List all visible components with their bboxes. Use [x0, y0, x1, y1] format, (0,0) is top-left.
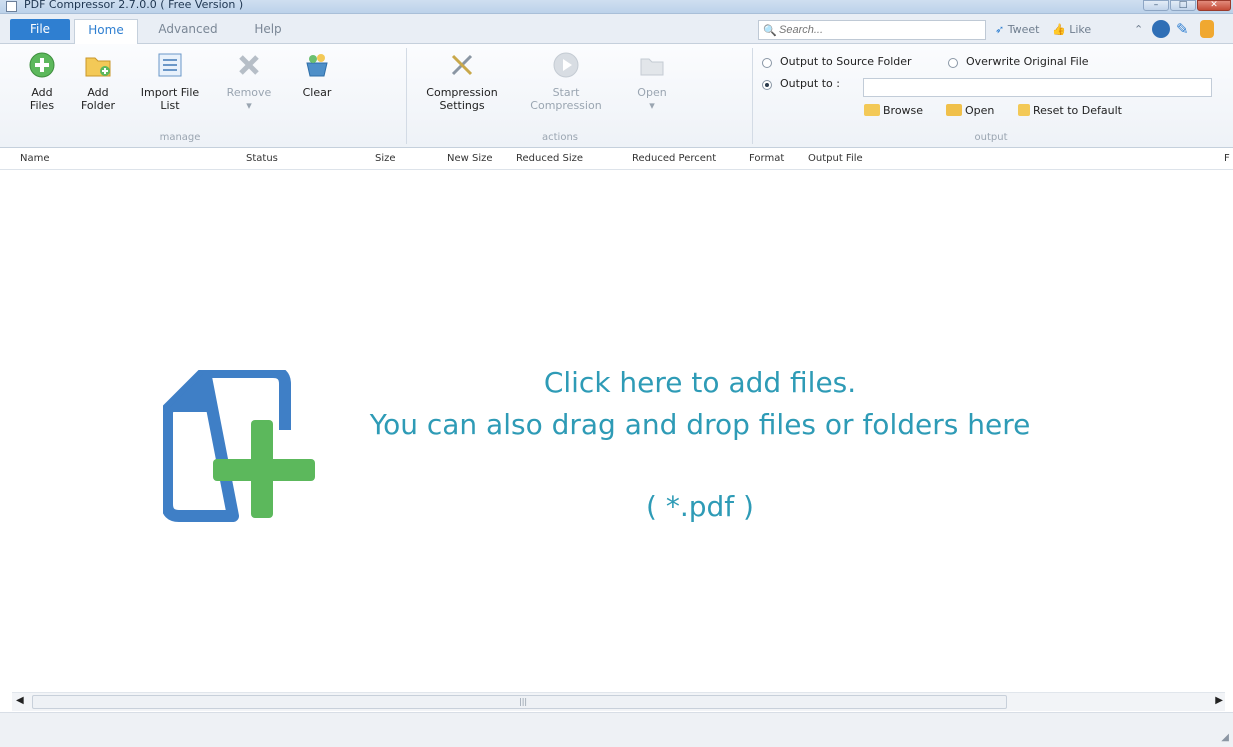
open-output-button[interactable]: Open ▾ — [628, 50, 676, 112]
clear-basket-icon — [302, 50, 332, 80]
search-icon: 🔍 — [763, 24, 777, 37]
reset-default-label: Reset to Default — [1033, 104, 1122, 117]
output-to-label: Output to : — [780, 77, 840, 90]
open-folder-small-icon — [946, 104, 962, 116]
add-files-label: Add Files — [29, 86, 55, 112]
tab-file[interactable]: File — [10, 19, 70, 40]
minimize-button[interactable]: – — [1143, 0, 1169, 11]
open-output-label: Open — [637, 86, 667, 99]
browse-folder-icon — [864, 104, 880, 116]
column-header[interactable]: New Size — [447, 153, 493, 164]
title-bar: PDF Compressor 2.7.0.0 ( Free Version ) … — [0, 0, 1233, 14]
column-header[interactable]: Format — [749, 153, 784, 164]
maximize-button[interactable]: □ — [1170, 0, 1196, 11]
remove-button[interactable]: Remove ▾ — [224, 50, 274, 112]
import-file-list-label: Import File List — [140, 86, 200, 112]
tab-advanced[interactable]: Advanced — [148, 19, 228, 40]
start-compression-label: Start Compression — [530, 86, 602, 112]
tweet-label: Tweet — [1007, 23, 1040, 36]
compression-settings-button[interactable]: Compression Settings — [414, 50, 510, 112]
twitter-bird-icon: ➶ — [995, 23, 1005, 36]
column-header[interactable]: F — [1224, 153, 1230, 164]
open-folder-button[interactable]: Open — [946, 104, 994, 117]
output-to-radio[interactable] — [762, 80, 772, 90]
search-input[interactable] — [779, 22, 979, 38]
help-icon[interactable] — [1152, 20, 1170, 38]
status-bar: ◢ — [0, 712, 1233, 747]
actions-group-label: actions — [542, 132, 578, 143]
thumbs-up-icon: 👍 — [1052, 23, 1066, 36]
column-header[interactable]: Output File — [808, 153, 863, 164]
drop-hint-line1[interactable]: Click here to add files. — [330, 366, 1070, 399]
start-compression-button[interactable]: Start Compression — [520, 50, 612, 112]
overwrite-radio[interactable] — [948, 58, 958, 68]
resize-grip-icon[interactable]: ◢ — [1221, 732, 1229, 743]
open-dropdown-icon: ▾ — [649, 99, 655, 112]
open-folder-icon — [637, 50, 667, 80]
group-divider — [752, 48, 753, 144]
collapse-ribbon-icon[interactable]: ⌃ — [1134, 23, 1143, 36]
output-source-label: Output to Source Folder — [780, 55, 912, 68]
tab-home[interactable]: Home — [74, 19, 138, 45]
add-folder-label: Add Folder — [81, 86, 115, 112]
folder-add-icon — [83, 50, 113, 80]
window-title: PDF Compressor 2.7.0.0 ( Free Version ) — [24, 0, 244, 11]
scroll-thumb[interactable]: ||| — [32, 695, 1007, 709]
remove-x-icon — [234, 50, 264, 80]
like-button[interactable]: 👍 Like — [1052, 23, 1091, 36]
menu-tab-row: File Home Advanced Help 🔍 ➶ Tweet 👍 Like… — [0, 14, 1233, 45]
reset-default-button[interactable]: Reset to Default — [1018, 104, 1122, 117]
drop-hint-line2: You can also drag and drop files or fold… — [369, 408, 1031, 441]
add-folder-button[interactable]: Add Folder — [76, 50, 120, 112]
tools-icon — [447, 50, 477, 80]
compression-settings-label: Compression Settings — [426, 86, 498, 112]
pin-icon[interactable]: ✎ — [1176, 20, 1194, 38]
drop-hint-extension: ( *.pdf ) — [646, 490, 754, 523]
tab-help[interactable]: Help — [240, 19, 296, 40]
column-header[interactable]: Size — [375, 153, 396, 164]
column-header[interactable]: Name — [20, 153, 50, 164]
open-folder-label: Open — [965, 104, 995, 117]
output-path-field[interactable] — [863, 78, 1212, 97]
file-table-header: Name Status Size New Size Reduced Size R… — [0, 148, 1233, 170]
hand-icon[interactable] — [1200, 20, 1214, 38]
search-box: 🔍 — [758, 20, 986, 40]
scroll-right-icon[interactable]: ▶ — [1215, 695, 1223, 706]
like-label: Like — [1069, 23, 1092, 36]
clear-label: Clear — [302, 86, 332, 99]
remove-label: Remove — [226, 86, 272, 99]
scroll-left-icon[interactable]: ◀ — [16, 695, 24, 706]
horizontal-scrollbar[interactable]: ◀ ||| ▶ — [12, 692, 1225, 711]
overwrite-label: Overwrite Original File — [966, 55, 1089, 68]
list-icon — [155, 50, 185, 80]
add-file-icon[interactable] — [161, 366, 318, 522]
play-icon — [551, 50, 581, 80]
column-header[interactable]: Reduced Percent — [632, 153, 716, 164]
app-icon — [6, 1, 17, 12]
browse-button[interactable]: Browse — [864, 104, 923, 117]
import-file-list-button[interactable]: Import File List — [136, 50, 204, 112]
group-divider — [406, 48, 407, 144]
clear-button[interactable]: Clear — [294, 50, 340, 99]
output-source-radio[interactable] — [762, 58, 772, 68]
window-controls: – □ ✕ — [1143, 0, 1231, 11]
output-group-label: output — [974, 132, 1008, 143]
scroll-grip-icon: ||| — [519, 697, 528, 706]
remove-dropdown-icon: ▾ — [246, 99, 252, 112]
close-button[interactable]: ✕ — [1197, 0, 1231, 11]
browse-label: Browse — [883, 104, 924, 117]
manage-group-label: manage — [159, 132, 201, 143]
tweet-button[interactable]: ➶ Tweet — [995, 23, 1039, 36]
reset-arrow-icon — [1018, 104, 1030, 116]
column-header[interactable]: Status — [246, 153, 278, 164]
column-header[interactable]: Reduced Size — [516, 153, 583, 164]
add-files-button[interactable]: Add Files — [20, 50, 64, 112]
add-circle-icon — [27, 50, 57, 80]
